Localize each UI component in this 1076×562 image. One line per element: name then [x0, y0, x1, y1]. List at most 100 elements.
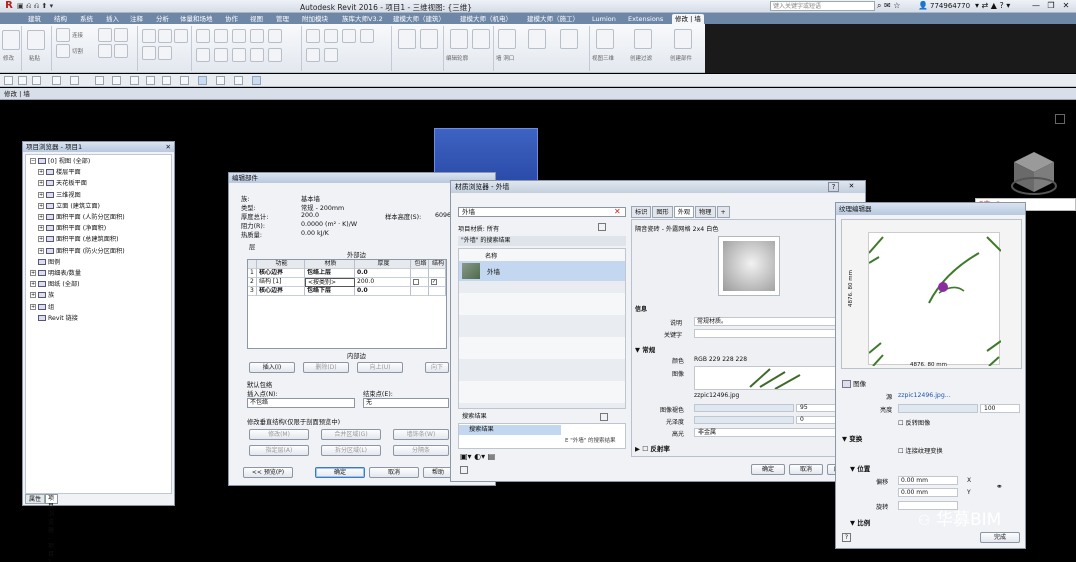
ribbon-tab[interactable]: 注释 [130, 14, 143, 24]
close-icon[interactable]: ✕ [166, 142, 171, 152]
ribbon-tab[interactable]: 结构 [54, 14, 67, 24]
edit-profile-icon[interactable] [450, 29, 468, 49]
brightness-slider[interactable] [898, 404, 978, 413]
tab-appearance[interactable]: 外观 [673, 206, 695, 218]
table-cell[interactable]: 核心边界 [257, 287, 305, 296]
3d-view-icon[interactable] [162, 76, 171, 85]
ribbon-tab[interactable]: 管理 [276, 14, 289, 24]
preview-button[interactable]: << 预览(P) [243, 467, 293, 478]
ribbon-tab[interactable]: 建筑 [28, 14, 41, 24]
table-cell[interactable]: 0.0 [355, 287, 411, 296]
expand-icon[interactable]: + [38, 214, 44, 220]
tree-item[interactable]: + 图纸 (全部) [30, 280, 80, 289]
view-3d-icon[interactable] [596, 29, 614, 49]
create-part-icon[interactable] [398, 29, 416, 49]
expand-icon[interactable]: + [30, 281, 36, 288]
table-checkbox-cell[interactable] [411, 278, 429, 287]
modify-icon[interactable] [2, 30, 20, 50]
nav-bar-icon[interactable] [1055, 114, 1065, 124]
tree-item[interactable]: + 天花板平面 [38, 179, 87, 188]
expand-icon[interactable]: + [38, 191, 44, 198]
tab-physical[interactable]: 物理 [695, 206, 716, 218]
search-input[interactable]: 键入关键字或短语 [770, 1, 875, 11]
assign-layers-button[interactable]: 指定层(A) [249, 445, 309, 456]
cancel-button[interactable]: 取消 [369, 467, 419, 478]
expand-icon[interactable]: + [38, 202, 44, 209]
create-assembly-icon[interactable] [674, 29, 692, 49]
tab-identity[interactable]: 标识 [631, 206, 652, 218]
table-cell[interactable]: 3 [248, 287, 257, 296]
detach-icon[interactable] [560, 29, 578, 49]
toolbar-icons[interactable]: ▾ ⇄ ▲ ? ▾ [975, 1, 1010, 10]
section-icon[interactable] [180, 76, 189, 85]
override-icon[interactable] [158, 29, 172, 43]
tree-item[interactable]: Revit 链接 [30, 314, 78, 323]
copy-icon[interactable] [214, 48, 228, 62]
tree-item[interactable]: + 组 [30, 303, 54, 312]
modify-button[interactable]: 修改(M) [249, 429, 309, 440]
insert-point-select[interactable]: 不包络 [247, 398, 355, 408]
table-cell[interactable]: 0.0 [355, 269, 411, 278]
tag-icon[interactable] [130, 76, 139, 85]
offset-x-input[interactable]: 0.00 mm [898, 476, 958, 485]
delete-button[interactable]: 删除(D) [303, 362, 349, 373]
cut-icon[interactable] [56, 44, 70, 58]
scale-section[interactable]: ▼ 比例 [850, 517, 870, 527]
scale-icon[interactable] [306, 29, 320, 43]
paste-icon[interactable] [27, 30, 45, 50]
table-cell[interactable]: 1 [248, 269, 257, 278]
link-chain-icon[interactable]: ⚭ [996, 482, 1003, 491]
tree-item[interactable]: − [0] 视图 (全部) [30, 157, 90, 166]
tree-item[interactable]: + 明细表/数量 [30, 269, 81, 278]
redo-icon[interactable] [52, 76, 61, 85]
help-button[interactable]: 帮助 [423, 467, 453, 478]
tab-add[interactable]: + [716, 206, 730, 218]
invert-image-checkbox[interactable]: ☐ 反转图像 [898, 418, 930, 427]
text-icon[interactable] [146, 76, 155, 85]
table-checkbox-cell[interactable] [429, 287, 446, 296]
move-up-button[interactable]: 向上(U) [357, 362, 403, 373]
tree-item[interactable]: + 面积平面 (防火分区面积) [38, 247, 125, 256]
clear-search-icon[interactable]: ✕ [614, 207, 621, 216]
split-icon[interactable] [250, 48, 264, 62]
open-icon[interactable] [4, 76, 13, 85]
ribbon-tab[interactable]: Extensions [628, 14, 663, 24]
view-toggle-icon[interactable] [598, 223, 606, 231]
move-icon[interactable] [196, 48, 210, 62]
delete-icon[interactable] [360, 29, 374, 43]
wall-opening-icon[interactable] [498, 29, 516, 49]
close-button[interactable]: ✕ [1060, 1, 1072, 11]
image-fade-slider[interactable] [694, 404, 794, 412]
maximize-button[interactable]: ❐ [1045, 1, 1057, 11]
source-link[interactable]: zzpic12496.jpg... [898, 392, 951, 399]
ok-button[interactable]: 确定 [315, 467, 365, 478]
expand-icon[interactable]: + [38, 225, 44, 232]
move-down-button[interactable]: 向下 [425, 362, 449, 373]
table-cell[interactable]: 结构 [1] [257, 278, 305, 287]
trim-icon[interactable] [268, 29, 282, 43]
unpin-icon[interactable] [342, 29, 356, 43]
expand-icon[interactable]: + [38, 169, 44, 176]
reveals-button[interactable]: 分隔条 [393, 445, 449, 456]
help-icon[interactable]: ? [842, 533, 851, 542]
print-icon[interactable] [70, 76, 79, 85]
tab-project-browser[interactable]: 项目浏览器 - 项目1 [45, 494, 59, 562]
wrap-checkbox[interactable] [413, 279, 419, 285]
table-cell[interactable]: 核心边界 [257, 269, 305, 278]
expand-icon[interactable]: + [30, 292, 36, 299]
reflectivity-section[interactable]: ▶ ☐ 反射率 [635, 443, 670, 453]
thin-lines-icon[interactable] [198, 76, 207, 85]
close-icon[interactable]: ✕ [846, 182, 857, 192]
expand-icon[interactable]: + [38, 247, 44, 254]
hide-icon[interactable] [142, 29, 156, 43]
filter-dropdown[interactable]: 项目材质: 所有 [458, 224, 499, 233]
ribbon-tab[interactable]: Lumion [592, 14, 616, 24]
asset-preview[interactable] [718, 236, 780, 296]
brightness-input[interactable]: 100 [980, 404, 1020, 413]
tree-item[interactable]: + 面积平面 (人防分区面积) [38, 213, 125, 222]
offset-icon[interactable] [214, 29, 228, 43]
tab-graphics[interactable]: 图形 [652, 206, 673, 218]
help-icon[interactable]: ? [828, 182, 839, 192]
viewcube-icon[interactable] [1010, 148, 1058, 196]
measure-icon[interactable] [142, 46, 156, 60]
